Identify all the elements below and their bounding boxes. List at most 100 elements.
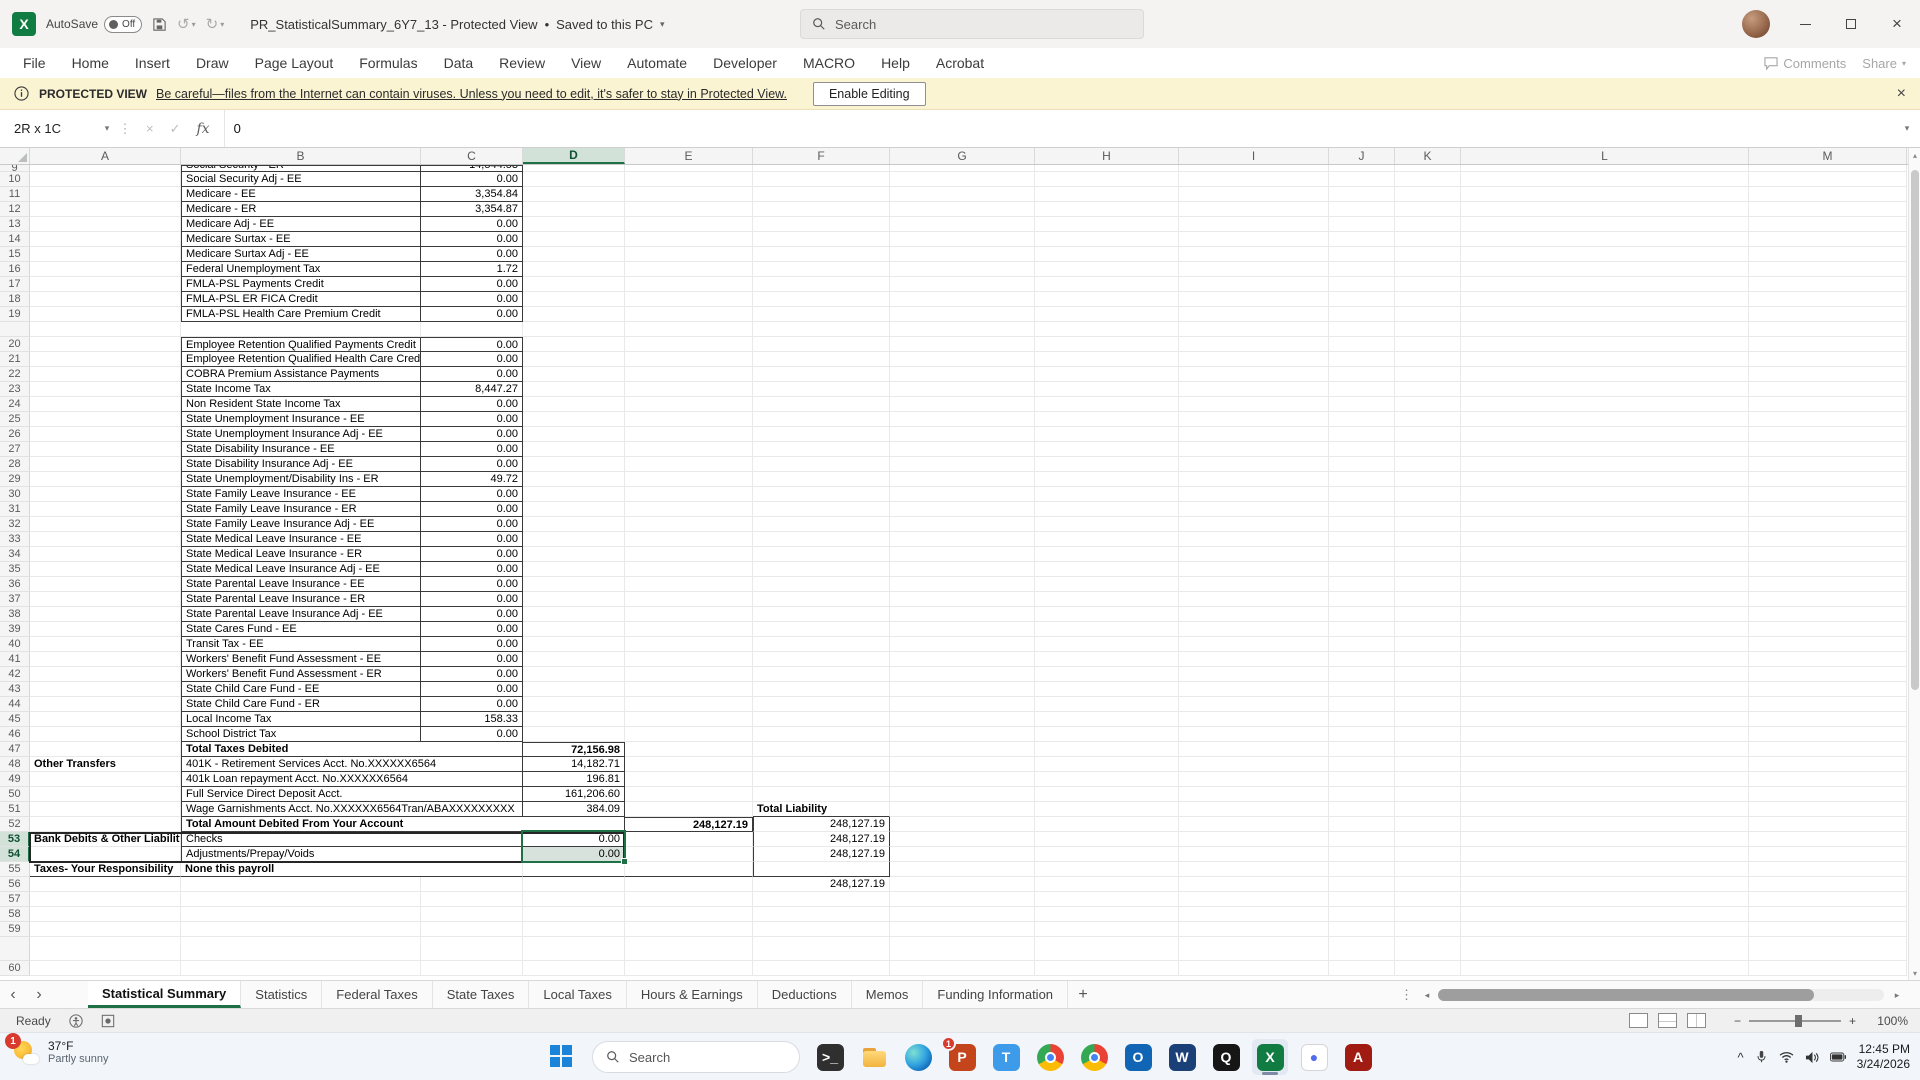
cell-A27[interactable] [30,442,181,457]
cell-A9[interactable] [30,165,181,172]
cell-H36[interactable] [1035,577,1179,592]
cell-E53[interactable] [625,832,753,847]
cell-A44[interactable] [30,697,181,712]
taskbar-app-outlook[interactable]: O [1120,1039,1156,1075]
cell-I56[interactable] [1179,877,1329,892]
cell-E40[interactable] [625,637,753,652]
cell-B18[interactable]: FMLA-PSL ER FICA Credit [181,292,421,307]
cell-A28[interactable] [30,457,181,472]
cell-J60[interactable] [1329,961,1395,976]
cell-M17[interactable] [1749,277,1907,292]
cell-L41[interactable] [1461,652,1749,667]
maximize-button[interactable] [1828,0,1874,48]
cell-D31[interactable] [523,502,625,517]
cell-E60[interactable] [625,961,753,976]
cell-M24[interactable] [1749,397,1907,412]
cell-J19[interactable] [1329,307,1395,322]
cell-B35[interactable]: State Medical Leave Insurance Adj - EE [181,562,421,577]
cell-A12[interactable] [30,202,181,217]
cell-G44[interactable] [890,697,1035,712]
row-header-44[interactable]: 44 [0,697,30,712]
cell-empty[interactable] [421,322,523,337]
cell-J52[interactable] [1329,817,1395,832]
cell-empty[interactable] [1395,937,1461,961]
cell-C34[interactable]: 0.00 [421,547,523,562]
cell-B38[interactable]: State Parental Leave Insurance Adj - EE [181,607,421,622]
cell-B11[interactable]: Medicare - EE [181,187,421,202]
banner-close-icon[interactable]: × [1897,85,1906,103]
cell-B47[interactable]: Total Taxes Debited [181,742,523,757]
cell-E11[interactable] [625,187,753,202]
cell-L56[interactable] [1461,877,1749,892]
cell-C20[interactable]: 0.00 [421,337,523,352]
cell-L22[interactable] [1461,367,1749,382]
cell-K58[interactable] [1395,907,1461,922]
normal-view-button[interactable] [1629,1013,1648,1028]
row-header-40[interactable]: 40 [0,637,30,652]
cell-H42[interactable] [1035,667,1179,682]
cell-B45[interactable]: Local Income Tax [181,712,421,727]
cell-I48[interactable] [1179,757,1329,772]
row-header-50[interactable]: 50 [0,787,30,802]
cell-G37[interactable] [890,592,1035,607]
cell-H56[interactable] [1035,877,1179,892]
cell-E24[interactable] [625,397,753,412]
cell-A21[interactable] [30,352,181,367]
cell-F11[interactable] [753,187,890,202]
cell-M27[interactable] [1749,442,1907,457]
cell-C22[interactable]: 0.00 [421,367,523,382]
cell-G58[interactable] [890,907,1035,922]
share-button[interactable]: Share ▾ [1862,56,1906,71]
cell-J39[interactable] [1329,622,1395,637]
cell-L38[interactable] [1461,607,1749,622]
cell-empty[interactable] [1749,322,1907,337]
cell-L24[interactable] [1461,397,1749,412]
cell-K43[interactable] [1395,682,1461,697]
cell-L19[interactable] [1461,307,1749,322]
cell-L32[interactable] [1461,517,1749,532]
cell-J41[interactable] [1329,652,1395,667]
cell-J21[interactable] [1329,352,1395,367]
row-header-52[interactable]: 52 [0,817,30,832]
cell-J22[interactable] [1329,367,1395,382]
cell-D56[interactable] [523,877,625,892]
cell-A17[interactable] [30,277,181,292]
cell-D24[interactable] [523,397,625,412]
cell-empty[interactable] [1749,937,1907,961]
cell-E12[interactable] [625,202,753,217]
cell-empty[interactable] [1461,322,1749,337]
insert-function-button[interactable]: fx [197,121,210,137]
cell-empty[interactable] [30,937,181,961]
taskbar-app-excel[interactable]: X [1252,1039,1288,1075]
cell-M48[interactable] [1749,757,1907,772]
cell-F32[interactable] [753,517,890,532]
cell-I46[interactable] [1179,727,1329,742]
cell-L11[interactable] [1461,187,1749,202]
cell-F52[interactable]: 248,127.19 [753,817,890,832]
cell-F24[interactable] [753,397,890,412]
confirm-entry-icon[interactable]: ✓ [170,121,181,137]
cell-L60[interactable] [1461,961,1749,976]
cell-E39[interactable] [625,622,753,637]
cell-C27[interactable]: 0.00 [421,442,523,457]
cell-K44[interactable] [1395,697,1461,712]
cell-J9[interactable] [1329,165,1395,172]
cell-D43[interactable] [523,682,625,697]
cell-K45[interactable] [1395,712,1461,727]
cell-G10[interactable] [890,172,1035,187]
cell-A14[interactable] [30,232,181,247]
horizontal-scroll-thumb[interactable] [1438,989,1814,1001]
row-header-25[interactable]: 25 [0,412,30,427]
cell-K38[interactable] [1395,607,1461,622]
row-header-39[interactable]: 39 [0,622,30,637]
cell-A58[interactable] [30,907,181,922]
cell-C44[interactable]: 0.00 [421,697,523,712]
cell-D34[interactable] [523,547,625,562]
cell-C39[interactable]: 0.00 [421,622,523,637]
cell-M52[interactable] [1749,817,1907,832]
cell-J17[interactable] [1329,277,1395,292]
cell-E50[interactable] [625,787,753,802]
cell-M32[interactable] [1749,517,1907,532]
cell-empty[interactable] [1035,937,1179,961]
cell-F58[interactable] [753,907,890,922]
